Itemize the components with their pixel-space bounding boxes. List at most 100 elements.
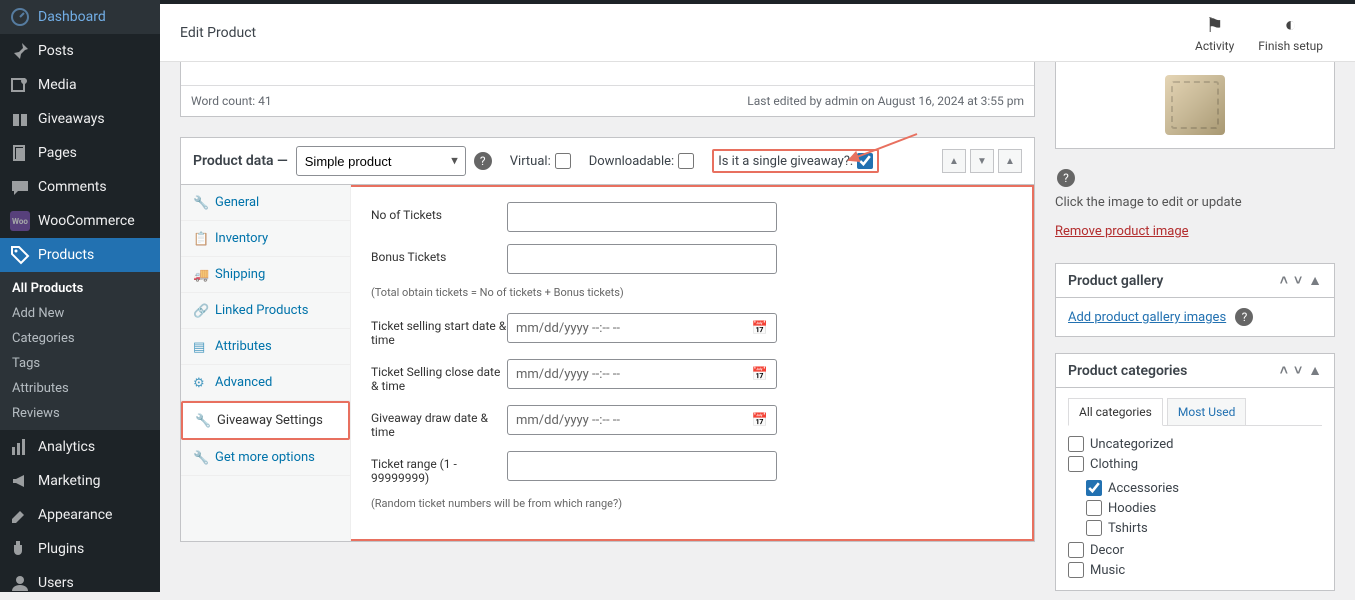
sidebar-sub-categories[interactable]: Categories <box>0 326 160 351</box>
chevron-down-icon[interactable]: ˅ <box>1294 272 1302 289</box>
last-edited: Last edited by admin on August 16, 2024 … <box>747 94 1024 108</box>
category-list: Uncategorized Clothing Accessories Hoodi… <box>1068 434 1322 580</box>
sidebar-item-analytics[interactable]: Analytics <box>0 430 160 464</box>
single-giveaway-checkbox[interactable] <box>857 153 873 169</box>
chevron-up-icon[interactable]: ˄ <box>1280 362 1288 379</box>
clipboard-icon: 📋 <box>193 232 207 246</box>
truck-icon: 🚚 <box>193 268 207 282</box>
sidebar-item-media[interactable]: Media <box>0 68 160 102</box>
sidebar-sub-all-products[interactable]: All Products <box>0 276 160 301</box>
sidebar-item-users[interactable]: Users <box>0 566 160 600</box>
categories-title: Product categories <box>1068 363 1187 379</box>
cat-clothing-checkbox[interactable] <box>1068 456 1084 472</box>
cat-decor-checkbox[interactable] <box>1068 542 1084 558</box>
image-hint: Click the image to edit or update <box>1055 195 1335 210</box>
pages-icon <box>10 143 30 163</box>
product-type-select[interactable]: Simple product <box>296 146 466 176</box>
add-gallery-link[interactable]: Add product gallery images <box>1068 310 1226 325</box>
start-date-input[interactable]: mm/dd/yyyy --:-- --📅 <box>507 313 777 343</box>
sidebar-item-label: Giveaways <box>38 111 105 127</box>
close-date-input[interactable]: mm/dd/yyyy --:-- --📅 <box>507 359 777 389</box>
move-up-button[interactable]: ▲ <box>942 149 966 173</box>
help-icon[interactable]: ? <box>1235 308 1253 326</box>
cat-tab-most-used[interactable]: Most Used <box>1167 398 1247 425</box>
sidebar-item-comments[interactable]: Comments <box>0 170 160 204</box>
sidebar-item-label: Plugins <box>38 541 84 557</box>
product-categories-box: Product categories ˄ ˅ ▲ All categories Mo… <box>1055 353 1335 591</box>
admin-sidebar: Dashboard Posts Media Giveaways Pages Co… <box>0 0 160 592</box>
virtual-field: Virtual: <box>510 153 571 169</box>
wrench-icon: 🔧 <box>193 196 207 210</box>
cat-tab-all[interactable]: All categories <box>1068 398 1163 426</box>
sidebar-sub-tags[interactable]: Tags <box>0 351 160 376</box>
gear-icon: ⚙ <box>193 376 207 390</box>
sidebar-item-label: Analytics <box>38 439 95 455</box>
tab-attributes[interactable]: ▤Attributes <box>181 329 350 365</box>
tab-advanced[interactable]: ⚙Advanced <box>181 365 350 401</box>
finish-setup-button[interactable]: ◐ Finish setup <box>1246 12 1335 53</box>
collapse-icon[interactable]: ▲ <box>1308 362 1322 379</box>
sidebar-sub-reviews[interactable]: Reviews <box>0 401 160 426</box>
collapse-button[interactable]: ▲ <box>998 149 1022 173</box>
tab-inventory[interactable]: 📋Inventory <box>181 221 350 257</box>
plugins-icon <box>10 539 30 559</box>
gallery-title: Product gallery <box>1068 273 1163 289</box>
tab-giveaway-settings[interactable]: 🔧Giveaway Settings <box>181 401 350 440</box>
product-data-title: Product data — <box>193 153 288 169</box>
woo-icon: Woo <box>10 211 30 231</box>
chevron-down-icon[interactable]: ˅ <box>1294 362 1302 379</box>
progress-icon: ◐ <box>1285 12 1297 37</box>
sidebar-item-appearance[interactable]: Appearance <box>0 498 160 532</box>
help-icon[interactable]: ? <box>1057 169 1075 187</box>
sidebar-item-marketing[interactable]: Marketing <box>0 464 160 498</box>
cat-hoodies-checkbox[interactable] <box>1086 500 1102 516</box>
bonus-note: (Total obtain tickets = No of tickets + … <box>371 286 1012 299</box>
cat-music-checkbox[interactable] <box>1068 562 1084 578</box>
downloadable-field: Downloadable: <box>589 153 694 169</box>
sidebar-item-giveaways[interactable]: Giveaways <box>0 102 160 136</box>
sidebar-products-submenu: All Products Add New Categories Tags Att… <box>0 272 160 430</box>
link-icon: 🔗 <box>193 304 207 318</box>
tab-linked-products[interactable]: 🔗Linked Products <box>181 293 350 329</box>
list-icon: ▤ <box>193 340 207 354</box>
sidebar-item-pages[interactable]: Pages <box>0 136 160 170</box>
sidebar-item-label: Media <box>38 77 77 93</box>
virtual-checkbox[interactable] <box>555 153 571 169</box>
tab-get-more-options[interactable]: 🔧Get more options <box>181 440 350 476</box>
sidebar-item-label: Dashboard <box>38 9 106 25</box>
sidebar-item-label: Comments <box>38 179 107 195</box>
help-icon[interactable]: ? <box>474 152 492 170</box>
activity-button[interactable]: ⚑ Activity <box>1183 13 1246 53</box>
product-image-thumb[interactable] <box>1068 72 1322 138</box>
bonus-tickets-label: Bonus Tickets <box>371 244 507 264</box>
ticket-range-input[interactable] <box>507 451 777 481</box>
downloadable-checkbox[interactable] <box>678 153 694 169</box>
analytics-icon <box>10 437 30 457</box>
word-count: Word count: 41 <box>191 94 272 108</box>
bonus-tickets-input[interactable] <box>507 244 777 274</box>
sidebar-sub-attributes[interactable]: Attributes <box>0 376 160 401</box>
draw-date-input[interactable]: mm/dd/yyyy --:-- --📅 <box>507 405 777 435</box>
sidebar-sub-add-new[interactable]: Add New <box>0 301 160 326</box>
collapse-icon[interactable]: ▲ <box>1308 272 1322 289</box>
calendar-icon: 📅 <box>752 321 768 336</box>
remove-image-link[interactable]: Remove product image <box>1055 224 1189 239</box>
move-down-button[interactable]: ▼ <box>970 149 994 173</box>
no-tickets-input[interactable] <box>507 202 777 232</box>
cat-uncategorized-checkbox[interactable] <box>1068 436 1084 452</box>
product-data-head: Product data — Simple product ? Virtual: <box>181 138 1034 185</box>
chevron-up-icon[interactable]: ˄ <box>1280 272 1288 289</box>
tab-general[interactable]: 🔧General <box>181 185 350 221</box>
sidebar-item-posts[interactable]: Posts <box>0 34 160 68</box>
sidebar-item-products[interactable]: Products <box>0 238 160 272</box>
sidebar-item-label: Posts <box>38 43 74 59</box>
product-data-panel: Product data — Simple product ? Virtual: <box>180 137 1035 542</box>
main-content: Edit Product ⚑ Activity ◐ Finish setup W… <box>160 0 1355 592</box>
cat-accessories-checkbox[interactable] <box>1086 480 1102 496</box>
cat-tshirts-checkbox[interactable] <box>1086 520 1102 536</box>
tab-shipping[interactable]: 🚚Shipping <box>181 257 350 293</box>
sidebar-item-dashboard[interactable]: Dashboard <box>0 0 160 34</box>
sidebar-item-plugins[interactable]: Plugins <box>0 532 160 566</box>
editor-footer: Word count: 41 Last edited by admin on A… <box>180 62 1035 117</box>
sidebar-item-woocommerce[interactable]: Woo WooCommerce <box>0 204 160 238</box>
